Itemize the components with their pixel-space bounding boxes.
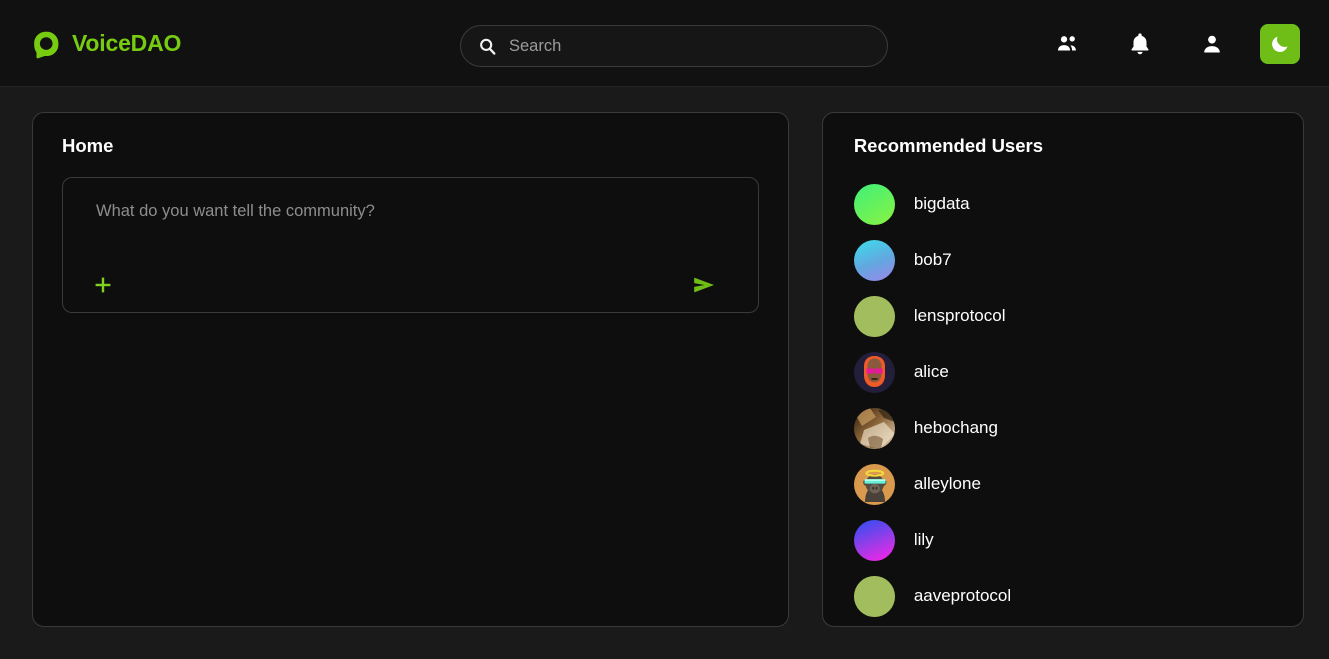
recommended-users-card: Recommended Users bigdata bob7 lensproto… [821,112,1304,627]
brand-logo[interactable]: VoiceDAO [29,27,181,61]
header-actions [1032,0,1310,87]
list-item[interactable]: alleylone [823,456,1303,512]
top-navigation-bar: VoiceDAO [0,0,1329,87]
avatar-solid-olive [853,575,895,617]
list-item[interactable]: bigdata [823,176,1303,232]
avatar [853,239,895,281]
list-item[interactable]: aaveprotocol [823,568,1303,624]
user-name: aaveprotocol [913,586,1012,605]
recommended-users-list: bigdata bob7 lensprotocol alice hebochan… [823,176,1303,624]
list-item[interactable]: alice [823,344,1303,400]
moon-icon [1272,36,1288,52]
avatar-gradient-green [853,183,895,225]
user-name: alice [913,362,949,381]
search-input[interactable] [509,36,870,56]
voicedao-logo-icon [34,31,59,58]
page-title: Home [62,135,114,156]
avatar [853,575,895,617]
avatar-pixel-character [853,351,895,393]
user-name: bigdata [913,194,970,213]
composer-toolbar [95,272,736,312]
avatar [853,351,895,393]
avatar [853,407,895,449]
avatar [853,183,895,225]
recommended-users-title: Recommended Users [853,135,1043,156]
person-icon [1204,35,1220,52]
add-attachment-button[interactable] [92,274,114,296]
composer-textarea[interactable] [96,200,736,224]
user-name: alleylone [913,474,981,493]
user-name: lensprotocol [913,306,1006,325]
avatar [853,519,895,561]
avatar-cat-photo [853,407,895,449]
send-icon [694,277,714,293]
brand-name: VoiceDAO [72,30,182,56]
list-item[interactable]: lensprotocol [823,288,1303,344]
user-name: hebochang [913,418,998,437]
send-post-button[interactable] [691,272,717,298]
avatar-ape-nft [853,463,895,505]
avatar-gradient-cyan-blue [853,239,895,281]
list-item[interactable]: hebochang [823,400,1303,456]
avatar-solid-olive [853,295,895,337]
plus-icon [95,277,111,293]
search-icon [480,38,496,55]
avatar [853,295,895,337]
post-composer[interactable] [62,177,759,313]
list-item[interactable]: bob7 [823,232,1303,288]
people-icon [1057,35,1076,51]
profile-button[interactable] [1176,14,1248,74]
user-name: bob7 [913,250,952,269]
avatar [853,463,895,505]
list-item[interactable]: lily [823,512,1303,568]
search-box[interactable] [460,25,888,67]
search-bar[interactable] [460,25,888,67]
home-feed-card: Home [32,112,789,627]
user-name: lily [913,530,934,549]
bell-icon [1131,32,1149,54]
people-icon-button[interactable] [1032,14,1104,74]
avatar-gradient-blue-magenta [853,519,895,561]
theme-toggle-button[interactable] [1260,23,1300,64]
page-body: Home Recommended Users [0,87,1329,659]
notifications-button[interactable] [1104,14,1176,74]
